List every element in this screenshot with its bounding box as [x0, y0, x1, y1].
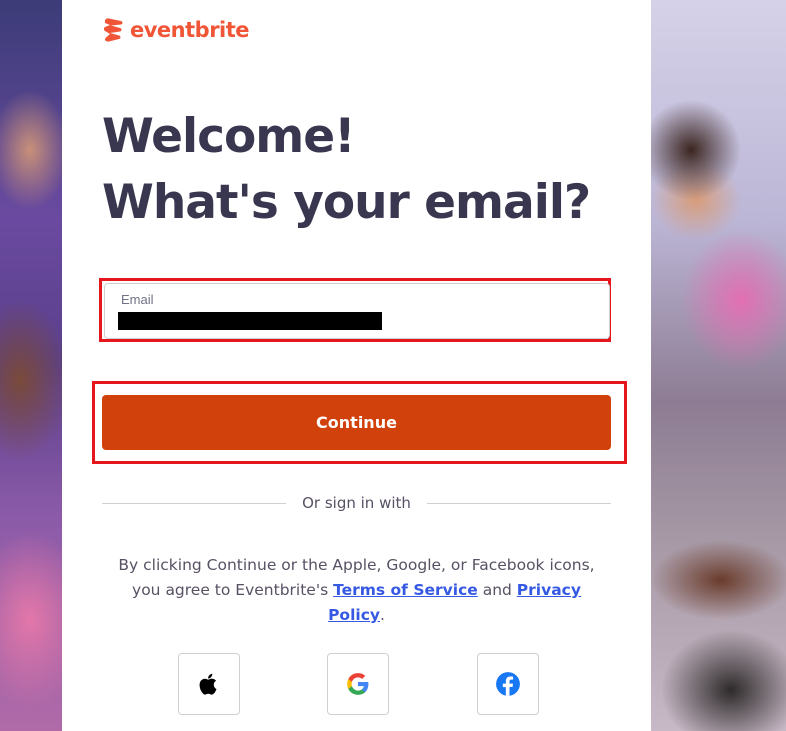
apple-icon — [199, 673, 217, 695]
email-input[interactable] — [118, 312, 382, 330]
legal-text-middle: and — [477, 581, 517, 599]
email-field[interactable] — [104, 283, 610, 339]
legal-text-after: . — [380, 606, 385, 624]
facebook-sign-in-button[interactable] — [477, 653, 539, 715]
sign-in-divider: Or sign in with — [102, 493, 612, 513]
divider-line-left — [102, 502, 287, 504]
apple-sign-in-button[interactable] — [178, 653, 240, 715]
email-label: Email — [121, 292, 154, 307]
divider-line-right — [426, 502, 612, 504]
background-photo-right — [651, 0, 786, 731]
divider-label: Or sign in with — [302, 494, 411, 512]
legal-notice: By clicking Continue or the Apple, Googl… — [102, 553, 611, 628]
facebook-icon — [496, 672, 520, 696]
google-sign-in-button[interactable] — [327, 653, 389, 715]
brand-name: eventbrite — [130, 18, 250, 42]
page-title: Welcome! What's your email? — [102, 104, 622, 236]
eventbrite-logo[interactable]: eventbrite — [102, 16, 250, 44]
title-line-1: Welcome! — [102, 109, 356, 164]
eventbrite-logo-icon — [103, 18, 123, 42]
google-icon — [347, 673, 369, 695]
background-photo-left — [0, 0, 62, 731]
title-line-2: What's your email? — [102, 175, 591, 230]
terms-of-service-link[interactable]: Terms of Service — [333, 581, 478, 599]
continue-button[interactable]: Continue — [102, 395, 611, 450]
